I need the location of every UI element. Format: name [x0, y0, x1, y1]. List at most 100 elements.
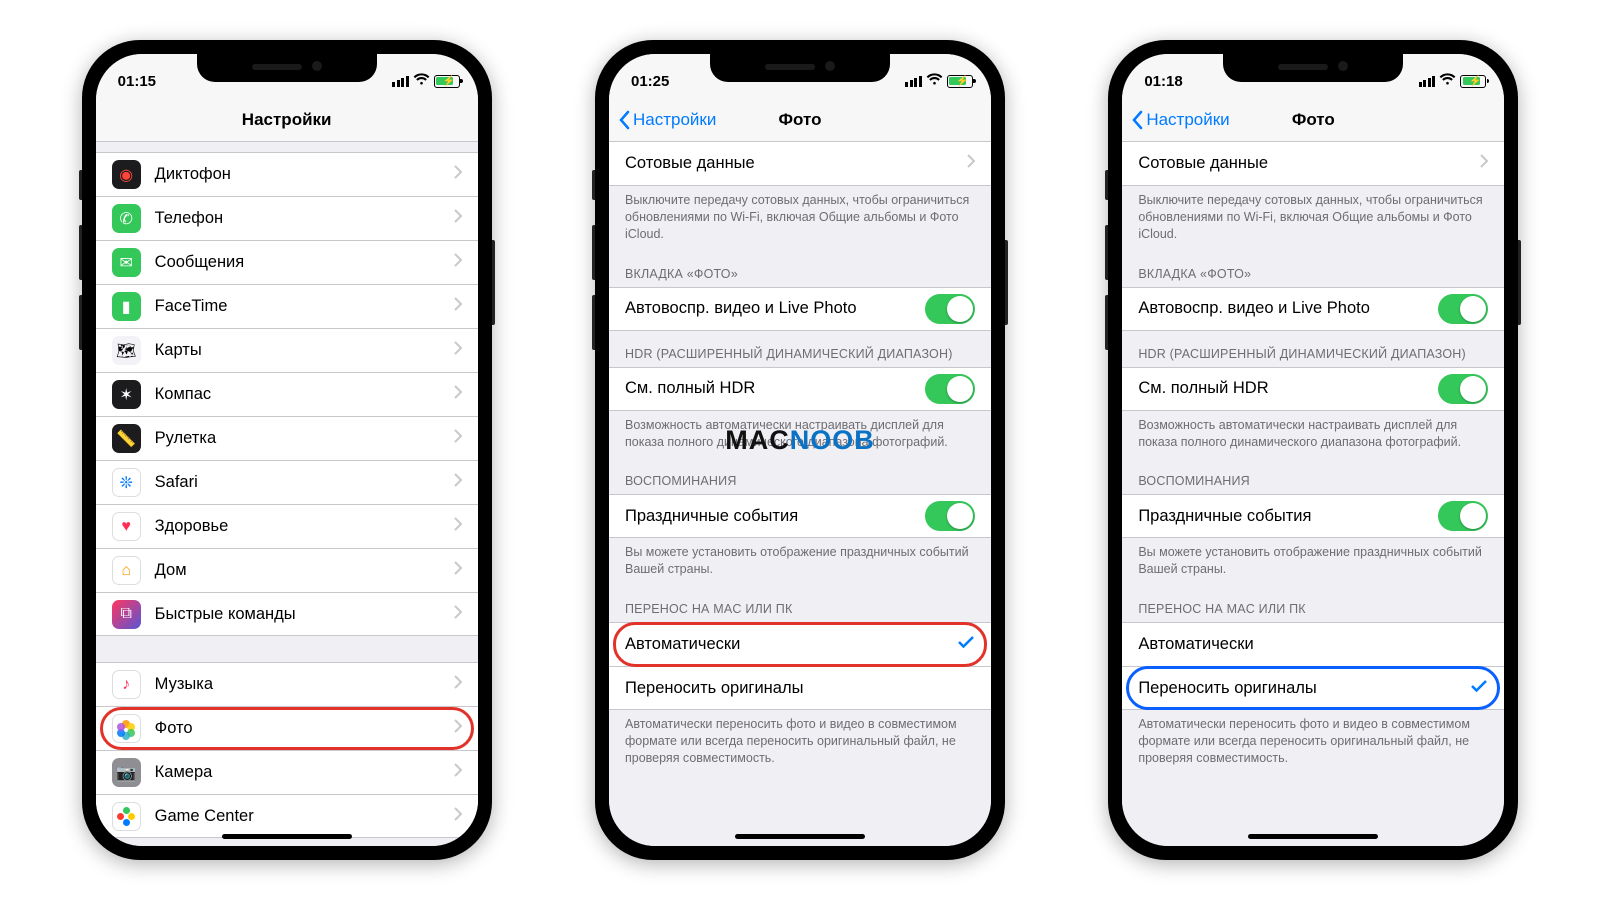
watermark: MACNOOB [725, 425, 875, 456]
header-memories: ВОСПОМИНАНИЯ [1122, 458, 1504, 494]
chevron-right-icon [454, 165, 462, 184]
cell-transfer-originals[interactable]: Переносить оригиналы [609, 666, 991, 710]
facetime-icon: ▮ [112, 292, 141, 321]
chevron-right-icon [454, 341, 462, 360]
home-indicator[interactable] [222, 834, 352, 839]
cell-transfer-auto[interactable]: Автоматически [1122, 622, 1504, 666]
home-indicator[interactable] [1248, 834, 1378, 839]
settings-row-compass[interactable]: ✶ Компас [96, 372, 478, 416]
header-memories: ВОСПОМИНАНИЯ [609, 458, 991, 494]
battery-icon: ⚡ [947, 75, 973, 88]
settings-row-music[interactable]: ♪ Музыка [96, 662, 478, 706]
maps-icon: 🗺 [112, 336, 141, 365]
phone-3: 01:18 ⚡ Настройки Фото Сотовые данные Вы… [1108, 40, 1518, 860]
nav-title: Фото [1292, 110, 1335, 130]
status-time: 01:25 [631, 73, 669, 90]
home-indicator[interactable] [735, 834, 865, 839]
toggle-holidays[interactable] [925, 501, 975, 531]
footer-cellular: Выключите передачу сотовых данных, чтобы… [1122, 186, 1504, 251]
settings-row-messages[interactable]: ✉ Сообщения [96, 240, 478, 284]
cell-autoplay[interactable]: Автовоспр. видео и Live Photo [609, 287, 991, 331]
cell-transfer-auto[interactable]: Автоматически [609, 622, 991, 666]
chevron-right-icon [967, 154, 975, 173]
chevron-right-icon [454, 209, 462, 228]
back-button[interactable]: Настройки [1130, 110, 1229, 130]
header-transfer: ПЕРЕНОС НА MAC ИЛИ ПК [609, 586, 991, 622]
notch [1223, 54, 1403, 82]
cell-cellular-data[interactable]: Сотовые данные [1122, 142, 1504, 186]
toggle-holidays[interactable] [1438, 501, 1488, 531]
chevron-right-icon [454, 561, 462, 580]
header-phototab: ВКЛАДКА «ФОТО» [609, 251, 991, 287]
header-hdr: HDR (РАСШИРЕННЫЙ ДИНАМИЧЕСКИЙ ДИАПАЗОН) [1122, 331, 1504, 367]
cell-holidays[interactable]: Праздничные события [609, 494, 991, 538]
battery-icon: ⚡ [434, 75, 460, 88]
cell-transfer-originals[interactable]: Переносить оригиналы [1122, 666, 1504, 710]
settings-row-safari[interactable]: ❊ Safari [96, 460, 478, 504]
photos-settings[interactable]: Сотовые данные Выключите передачу сотовы… [1122, 142, 1504, 846]
settings-row-measure[interactable]: 📏 Рулетка [96, 416, 478, 460]
nav-title: Настройки [242, 110, 332, 130]
status-time: 01:15 [118, 73, 156, 90]
chevron-right-icon [454, 719, 462, 738]
music-icon: ♪ [112, 670, 141, 699]
toggle-autoplay[interactable] [1438, 294, 1488, 324]
toggle-hdr[interactable] [1438, 374, 1488, 404]
notch [710, 54, 890, 82]
nav-title: Фото [779, 110, 822, 130]
chevron-right-icon [454, 297, 462, 316]
settings-row-gamecenter[interactable]: Game Center [96, 794, 478, 838]
cellular-signal-icon [392, 76, 409, 87]
footer-transfer: Автоматически переносить фото и видео в … [1122, 710, 1504, 775]
notch [197, 54, 377, 82]
wifi-icon [413, 73, 430, 90]
cell-holidays[interactable]: Праздничные события [1122, 494, 1504, 538]
chevron-right-icon [454, 763, 462, 782]
toggle-autoplay[interactable] [925, 294, 975, 324]
back-label: Настройки [1146, 110, 1229, 130]
chevron-right-icon [454, 253, 462, 272]
settings-row-camera[interactable]: 📷 Камера [96, 750, 478, 794]
header-phototab: ВКЛАДКА «ФОТО» [1122, 251, 1504, 287]
chevron-right-icon [454, 473, 462, 492]
settings-row-phone[interactable]: ✆ Телефон [96, 196, 478, 240]
settings-row-health[interactable]: ♥ Здоровье [96, 504, 478, 548]
nav-bar: Настройки [96, 98, 478, 142]
settings-row-maps[interactable]: 🗺 Карты [96, 328, 478, 372]
chevron-right-icon [1480, 154, 1488, 173]
nav-bar: Настройки Фото [609, 98, 991, 142]
wifi-icon [1439, 73, 1456, 90]
cellular-signal-icon [1419, 76, 1436, 87]
settings-row-shortcuts[interactable]: ⧉ Быстрые команды [96, 592, 478, 636]
cell-cellular-data[interactable]: Сотовые данные [609, 142, 991, 186]
cell-hdr[interactable]: См. полный HDR [1122, 367, 1504, 411]
back-label: Настройки [633, 110, 716, 130]
header-hdr: HDR (РАСШИРЕННЫЙ ДИНАМИЧЕСКИЙ ДИАПАЗОН) [609, 331, 991, 367]
shortcuts-icon: ⧉ [112, 600, 141, 629]
header-transfer: ПЕРЕНОС НА MAC ИЛИ ПК [1122, 586, 1504, 622]
checkmark-icon [1470, 679, 1488, 698]
footer-cellular: Выключите передачу сотовых данных, чтобы… [609, 186, 991, 251]
settings-row-dictation[interactable]: ◉ Диктофон [96, 152, 478, 196]
dictation-icon: ◉ [112, 160, 141, 189]
back-button[interactable]: Настройки [617, 110, 716, 130]
chevron-right-icon [454, 675, 462, 694]
footer-holidays: Вы можете установить отображение праздни… [1122, 538, 1504, 586]
toggle-hdr[interactable] [925, 374, 975, 404]
footer-transfer: Автоматически переносить фото и видео в … [609, 710, 991, 775]
photos-settings[interactable]: Сотовые данные Выключите передачу сотовы… [609, 142, 991, 846]
phone-1: 01:15 ⚡ Настройки ◉ Диктофон ✆ Телефон [82, 40, 492, 860]
chevron-right-icon [454, 605, 462, 624]
status-time: 01:18 [1144, 73, 1182, 90]
chevron-right-icon [454, 517, 462, 536]
settings-row-home[interactable]: ⌂ Дом [96, 548, 478, 592]
safari-icon: ❊ [112, 468, 141, 497]
gamecenter-icon [112, 802, 141, 831]
settings-row-facetime[interactable]: ▮ FaceTime [96, 284, 478, 328]
cell-hdr[interactable]: См. полный HDR [609, 367, 991, 411]
settings-list[interactable]: ◉ Диктофон ✆ Телефон ✉ Сообщения ▮ FaceT… [96, 142, 478, 846]
chevron-right-icon [454, 385, 462, 404]
health-icon: ♥ [112, 512, 141, 541]
cell-autoplay[interactable]: Автовоспр. видео и Live Photo [1122, 287, 1504, 331]
settings-row-photos[interactable]: Фото [96, 706, 478, 750]
